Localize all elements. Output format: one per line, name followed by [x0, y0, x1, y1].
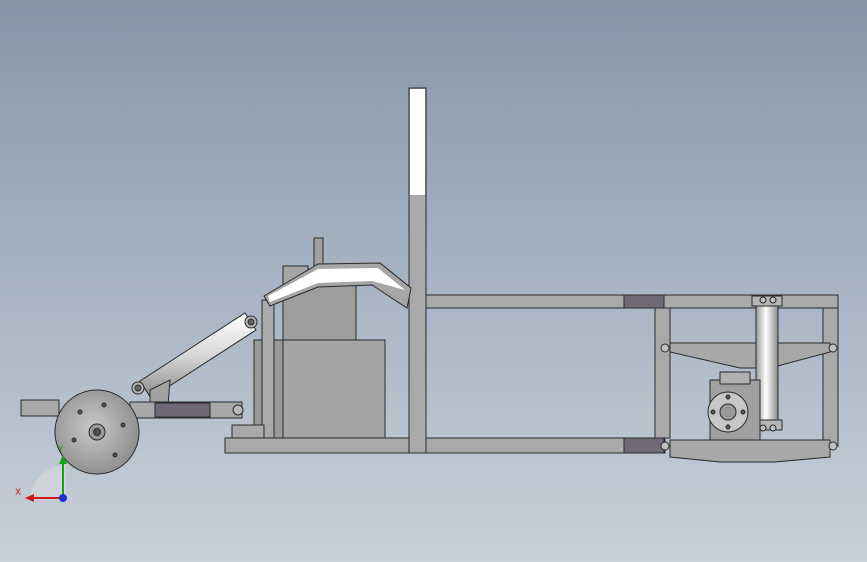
rear-lower-wishbone[interactable]: [669, 439, 831, 463]
front-axle-arm-shade: [154, 402, 211, 418]
front-subframe-upright[interactable]: [261, 299, 275, 439]
triad-y-label: Y: [57, 445, 64, 455]
cad-viewport[interactable]: Y X: [0, 0, 867, 562]
upper-rail-shaded: [623, 294, 665, 309]
front-subframe-base: [231, 424, 265, 439]
rear-hub[interactable]: [707, 371, 761, 441]
engine-block[interactable]: [282, 339, 386, 439]
seat-back-post-highlight: [410, 89, 425, 195]
front-wheel[interactable]: [54, 389, 140, 475]
front-axle-pivot: [232, 404, 244, 416]
front-bumper-bar[interactable]: [20, 399, 60, 417]
cad-model-view[interactable]: Y X: [0, 0, 867, 562]
lower-frame-rail[interactable]: [224, 437, 666, 454]
lower-rail-shaded: [623, 437, 665, 454]
steering-cylinder[interactable]: [131, 312, 258, 406]
triad-shadow: [30, 464, 66, 500]
rear-upper-wishbone[interactable]: [669, 342, 831, 369]
coordinate-triad: Y X: [15, 445, 67, 502]
rear-vertical-right[interactable]: [822, 307, 839, 447]
triad-x-label: X: [15, 488, 21, 498]
rear-vertical-left[interactable]: [654, 307, 671, 439]
